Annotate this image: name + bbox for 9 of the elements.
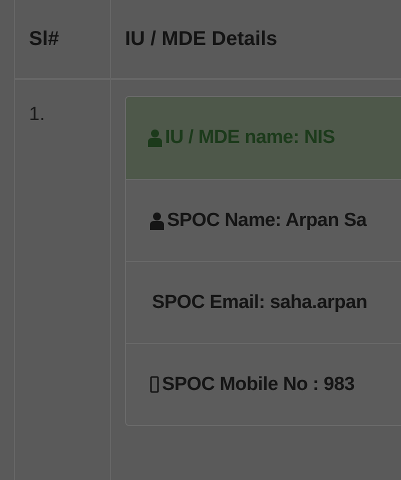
- detail-text: SPOC Email: saha.arpan: [152, 292, 368, 314]
- mobile-phone-icon: [150, 376, 159, 393]
- serial-number: 1.: [29, 104, 45, 126]
- column-header: Sl#: [29, 28, 60, 50]
- person-icon: [150, 212, 164, 230]
- detail-text: SPOC Mobile No : 983: [162, 374, 354, 396]
- column-header: IU / MDE Details: [125, 28, 278, 50]
- detail-text: SPOC Name: Arpan Sa: [167, 210, 366, 232]
- person-icon: [148, 129, 162, 147]
